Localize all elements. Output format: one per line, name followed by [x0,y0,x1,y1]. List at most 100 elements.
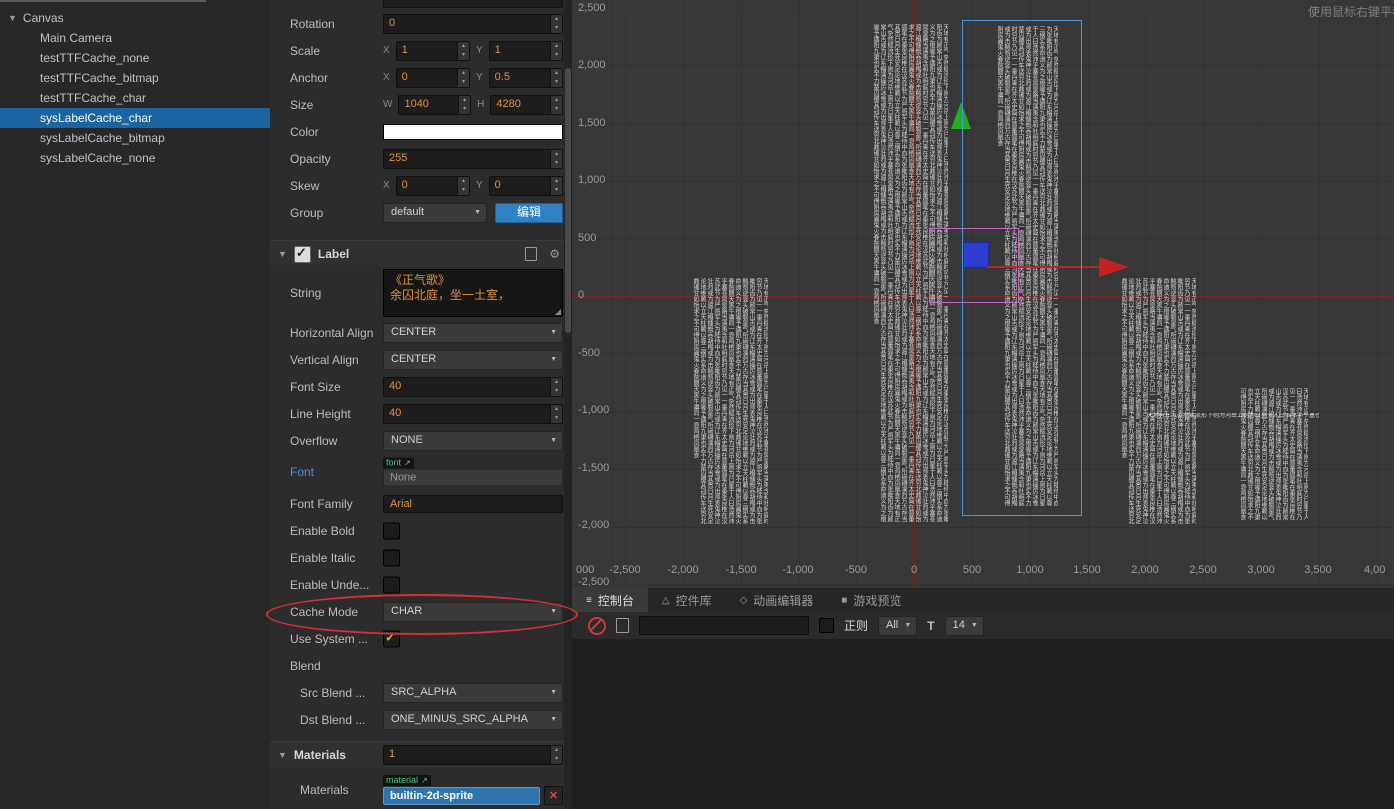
material-asset-field[interactable]: builtin-2d-sprite [383,787,540,805]
enable-italic-row: Enable Italic [270,544,572,571]
spinner[interactable] [457,42,469,60]
label-enabled-checkbox[interactable] [294,246,311,263]
vertical-align-row: Vertical Align CENTER [270,346,572,373]
materials-count-input[interactable]: 1 [383,745,563,765]
use-system-font-checkbox[interactable] [383,630,400,647]
spinner[interactable] [550,15,562,33]
y-tick: 1,500 [578,117,606,129]
collapse-arrow-icon[interactable]: ▼ [278,750,287,760]
enable-underline-checkbox[interactable] [383,576,400,593]
x-axis-label: X [383,180,390,191]
collapse-log-icon[interactable] [616,618,629,633]
hierarchy-node-syslabelcache-char[interactable]: sysLabelCache_char [0,108,270,128]
font-size-input[interactable]: 40 [383,377,563,397]
hierarchy-node-syslabelcache-bitmap[interactable]: sysLabelCache_bitmap [0,128,270,148]
src-blend-row: Src Blend ... SRC_ALPHA [270,679,572,706]
regex-checkbox[interactable] [819,618,834,633]
y-tick: -500 [578,347,600,359]
x-tick: -1,000 [782,564,813,576]
y-tick: 500 [578,232,596,244]
scrollbar-thumb[interactable] [565,68,571,333]
edit-group-button[interactable]: 编辑 [495,203,563,223]
tab-game-preview[interactable]: ■ 游戏预览 [827,588,915,612]
hierarchy-node-syslabelcache-none[interactable]: sysLabelCache_none [0,148,270,168]
src-blend-select[interactable]: SRC_ALPHA [383,683,563,703]
group-select[interactable]: default [383,203,487,223]
size-w-input[interactable]: 1040 [398,95,471,115]
tab-animation-editor[interactable]: ◇ 动画编辑器 [726,588,828,612]
spinner[interactable] [550,150,562,168]
dst-blend-select[interactable]: ONE_MINUS_SRC_ALPHA [383,710,563,730]
spinner[interactable] [550,42,562,60]
label-component-header[interactable]: ▼ Label ⚙ [270,240,572,267]
console-search-input[interactable] [639,616,809,635]
console-icon: ≡ [586,595,592,606]
vertical-align-select[interactable]: CENTER [383,350,563,370]
string-textarea[interactable]: 《正气歌》 余囚北庭，坐一土室， [383,269,563,317]
spinner[interactable] [457,69,469,87]
overflow-row: Overflow NONE [270,427,572,454]
anchor-x-input[interactable]: 0 [396,68,470,88]
hierarchy-scrollbar[interactable] [0,0,206,2]
inspector-panel: Rotation 0 Scale X 1 [270,0,572,809]
clear-console-icon[interactable] [588,617,606,635]
scene-view[interactable]: 天地有正气杂然赋流形下则为河岳上则为日星于人曰浩然沛乎塞苍冥皇路当清夷含和吐明庭… [572,0,1394,589]
spinner[interactable] [550,746,562,764]
collapse-arrow-icon[interactable]: ▼ [278,249,287,259]
hierarchy-panel: ▼ Canvas Main Camera testTTFCache_none t… [0,0,271,809]
spinner[interactable] [550,378,562,396]
skew-y-input[interactable]: 0 [489,176,563,196]
help-doc-icon[interactable] [525,247,537,261]
color-swatch[interactable] [383,124,563,140]
tab-label: 游戏预览 [853,592,901,609]
node-label: sysLabelCache_char [40,111,152,125]
cache-mode-label: Cache Mode [290,605,358,619]
spinner[interactable] [550,69,562,87]
anchor-label: Anchor [290,71,328,85]
tab-widget-library[interactable]: △ 控件库 [648,588,726,612]
enable-bold-checkbox[interactable] [383,522,400,539]
opacity-input[interactable]: 255 [383,149,563,169]
move-gizmo-x-arrow-icon[interactable] [1099,257,1129,277]
overflow-select[interactable]: NONE [383,431,563,451]
opacity-value: 255 [384,150,550,168]
scale-x-input[interactable]: 1 [396,41,470,61]
spinner[interactable] [550,405,562,423]
gear-icon[interactable]: ⚙ [549,248,560,260]
anchor-y-input[interactable]: 0.5 [489,68,563,88]
hierarchy-node-testttfcache-bitmap[interactable]: testTTFCache_bitmap [0,68,270,88]
spinner[interactable] [550,177,562,195]
scale-y-input[interactable]: 1 [489,41,563,61]
log-filter-select[interactable]: All [878,616,917,636]
spinner[interactable] [458,96,470,114]
spinner[interactable] [550,96,562,114]
enable-italic-checkbox[interactable] [383,549,400,566]
font-family-input[interactable]: Arial [383,495,563,513]
hierarchy-node-main-camera[interactable]: Main Camera [0,28,270,48]
x-tick: -500 [845,564,867,576]
console-font-size-select[interactable]: 14 [945,616,984,636]
collapse-arrow-icon[interactable]: ▼ [8,13,17,23]
cache-mode-select[interactable]: CHAR [383,602,563,622]
remove-material-button[interactable]: ✕ [544,786,563,805]
font-asset-field[interactable]: None [383,469,563,487]
hierarchy-node-testttfcache-none[interactable]: testTTFCache_none [0,48,270,68]
horizontal-align-select[interactable]: CENTER [383,323,563,343]
editor-window: ▼ Canvas Main Camera testTTFCache_none t… [0,0,1394,809]
line-height-input[interactable]: 40 [383,404,563,424]
external-link-icon[interactable]: ↗ [421,775,428,786]
rotation-input[interactable]: 0 [383,14,563,34]
inspector-scrollbar[interactable] [564,0,572,809]
external-link-icon[interactable]: ↗ [404,458,411,469]
font-label: Font [290,465,314,479]
materials-section-header[interactable]: ▼ Materials 1 [270,741,572,768]
string-value-line1: 《正气歌》 [390,273,556,288]
clipped-field [383,0,563,8]
spinner[interactable] [457,177,469,195]
size-h-input[interactable]: 4280 [490,95,563,115]
tab-console[interactable]: ≡ 控制台 [572,588,648,612]
hierarchy-node-canvas[interactable]: ▼ Canvas [0,8,270,28]
hierarchy-node-testttfcache-char[interactable]: testTTFCache_char [0,88,270,108]
skew-x-input[interactable]: 0 [396,176,470,196]
resize-grip-icon[interactable] [555,309,561,315]
